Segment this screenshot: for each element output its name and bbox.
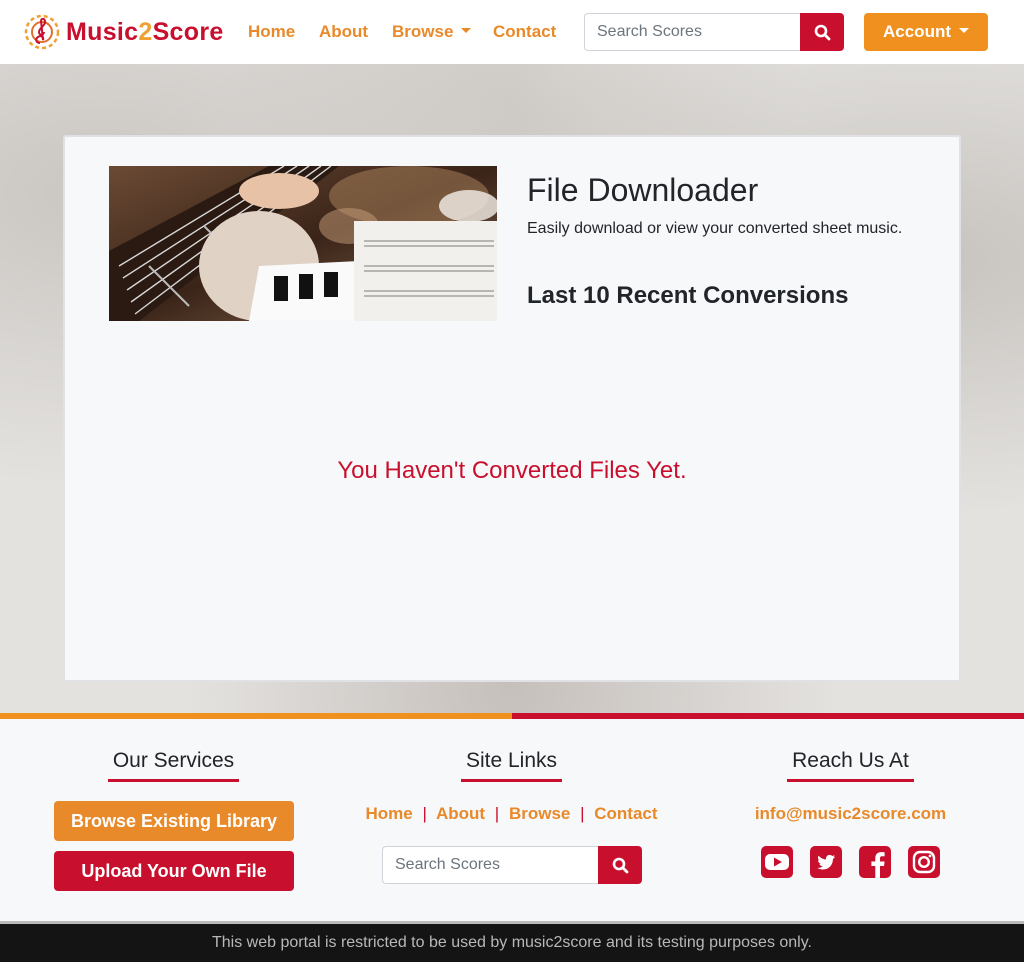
- account-label: Account: [883, 22, 951, 41]
- brand-name: Music2Score: [66, 17, 224, 46]
- footer-search-button[interactable]: [598, 846, 642, 884]
- account-dropdown-button[interactable]: Account: [864, 13, 988, 51]
- guitar-piano-image: [109, 166, 497, 321]
- nav-search-button[interactable]: [800, 13, 844, 51]
- instagram-icon[interactable]: [908, 846, 940, 878]
- nav-home-link[interactable]: Home: [248, 22, 295, 42]
- link-separator: |: [422, 804, 427, 823]
- footer-site-links-column: Site Links Home | About | Browse | Conta…: [341, 719, 682, 922]
- site-links-heading: Site Links: [460, 749, 563, 782]
- reach-heading: Reach Us At: [787, 749, 914, 782]
- hero-photo-illustration: [109, 166, 497, 321]
- footer-browse-link[interactable]: Browse: [509, 804, 570, 823]
- social-links: [680, 846, 1021, 878]
- footer-about-link[interactable]: About: [436, 804, 485, 823]
- recent-conversions-heading: Last 10 Recent Conversions: [527, 282, 849, 309]
- contact-email-link[interactable]: info@music2score.com: [680, 804, 1021, 824]
- link-separator: |: [580, 804, 585, 823]
- footer-search-group: [382, 846, 642, 884]
- services-heading: Our Services: [107, 749, 240, 782]
- search-icon: [814, 24, 830, 40]
- empty-state-message: You Haven't Converted Files Yet.: [337, 457, 687, 484]
- footer-contact-column: Reach Us At info@music2score.com: [680, 719, 1021, 922]
- chevron-down-icon: [461, 28, 472, 34]
- twitter-icon[interactable]: [810, 846, 842, 878]
- nav-contact-link[interactable]: Contact: [493, 22, 556, 42]
- brand-logo-link[interactable]: Music2Score: [22, 13, 224, 51]
- upload-file-button[interactable]: Upload Your Own File: [54, 851, 294, 891]
- browse-library-button[interactable]: Browse Existing Library: [54, 801, 294, 841]
- music-logo-icon: [24, 14, 60, 50]
- youtube-icon[interactable]: [761, 846, 793, 878]
- footer-home-link[interactable]: Home: [365, 804, 412, 823]
- nav-browse-label: Browse: [392, 22, 454, 41]
- nav-search-input[interactable]: [584, 13, 800, 51]
- facebook-icon[interactable]: [859, 846, 891, 878]
- footer-contact-link[interactable]: Contact: [594, 804, 657, 823]
- footer: Our Services Browse Existing Library Upl…: [0, 719, 1024, 922]
- disclaimer-bar: This web portal is restricted to be used…: [0, 924, 1024, 962]
- link-separator: |: [494, 804, 500, 823]
- nav-search-group: [584, 13, 844, 51]
- nav-browse-dropdown[interactable]: Browse: [392, 22, 472, 42]
- page-title: File Downloader: [527, 172, 759, 208]
- footer-search-input[interactable]: [382, 846, 598, 884]
- chevron-down-icon: [959, 27, 969, 33]
- footer-links: Home | About | Browse | Contact: [341, 804, 682, 824]
- top-navbar: Music2Score Home About Browse Contact Ac…: [0, 0, 1024, 64]
- nav-about-link[interactable]: About: [319, 22, 368, 42]
- search-icon: [612, 857, 628, 873]
- page-subtitle: Easily download or view your converted s…: [527, 220, 903, 237]
